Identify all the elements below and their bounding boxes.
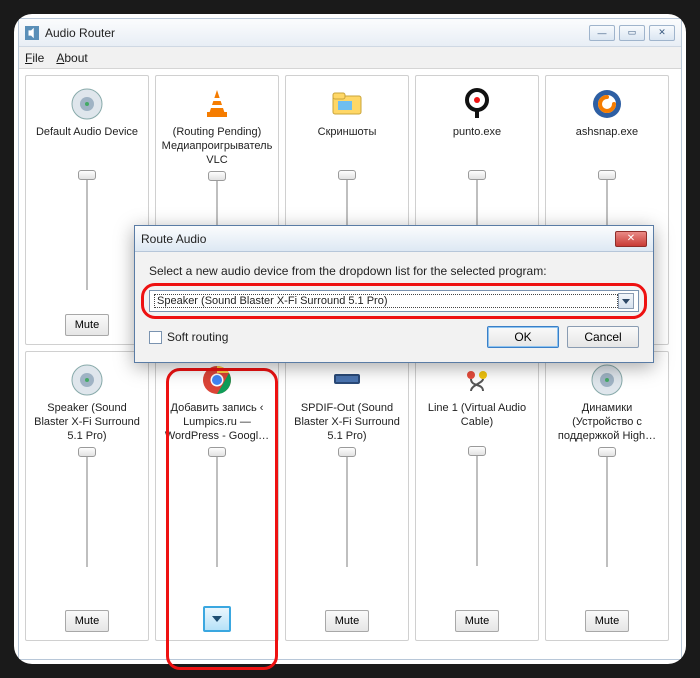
volume-slider[interactable] (468, 446, 486, 566)
mute-button[interactable]: Mute (585, 610, 629, 632)
route-audio-dialog: Route Audio ✕ Select a new audio device … (134, 225, 654, 363)
tile-label: Динамики (Устройство с поддержкой High… (550, 402, 664, 443)
content-area: Default Audio Device Mute (Routing Pending… (19, 69, 681, 659)
slider-thumb[interactable] (338, 447, 356, 457)
device-tile[interactable]: Динамики (Устройство с поддержкой High… M… (545, 351, 669, 641)
app-icon (25, 26, 39, 40)
volume-slider[interactable] (78, 447, 96, 567)
device-tile[interactable]: Line 1 (Virtual Audio Cable) Mute (415, 351, 539, 641)
tile-label: Line 1 (Virtual Audio Cable) (420, 402, 534, 442)
slider-thumb[interactable] (338, 170, 356, 180)
device-tile[interactable]: SPDIF-Out (Sound Blaster X-Fi Surround 5… (285, 351, 409, 641)
titlebar: Audio Router — ▭ ✕ (19, 19, 681, 47)
menu-about[interactable]: About (56, 51, 87, 65)
speaker-icon (69, 86, 105, 122)
tile-label: (Routing Pending) Медиапроигрыватель VLC (160, 126, 274, 167)
maximize-button[interactable]: ▭ (619, 25, 645, 41)
tile-label: ashsnap.exe (576, 126, 638, 166)
tile-label: Добавить запись ‹ Lumpics.ru — WordPress… (160, 402, 274, 443)
slider-thumb[interactable] (208, 447, 226, 457)
menubar: File About (19, 47, 681, 69)
chevron-down-icon[interactable] (618, 293, 634, 309)
device-tile[interactable]: Default Audio Device Mute (25, 75, 149, 345)
sbs-icon (329, 362, 365, 398)
speaker-icon (589, 362, 625, 398)
mute-button[interactable]: Mute (65, 610, 109, 632)
soft-routing-label: Soft routing (167, 330, 228, 344)
avast-icon (589, 86, 625, 122)
folder-icon (329, 86, 365, 122)
dialog-titlebar: Route Audio ✕ (135, 226, 653, 252)
window-title: Audio Router (45, 26, 589, 40)
cancel-button[interactable]: Cancel (567, 326, 639, 348)
dialog-close-button[interactable]: ✕ (615, 231, 647, 247)
volume-slider[interactable] (338, 447, 356, 567)
close-button[interactable]: ✕ (649, 25, 675, 41)
tile-label: Скриншоты (318, 126, 377, 166)
volume-slider[interactable] (598, 447, 616, 567)
slider-thumb[interactable] (468, 170, 486, 180)
punto-icon (459, 86, 495, 122)
device-dropdown-value: Speaker (Sound Blaster X-Fi Surround 5.1… (154, 294, 618, 308)
device-tile[interactable]: Добавить запись ‹ Lumpics.ru — WordPress… (155, 351, 279, 641)
tile-label: punto.exe (453, 126, 501, 166)
menu-file[interactable]: File (25, 51, 44, 65)
speaker-icon (69, 362, 105, 398)
mute-button[interactable]: Mute (65, 314, 109, 336)
device-tile[interactable]: Speaker (Sound Blaster X-Fi Surround 5.1… (25, 351, 149, 641)
slider-thumb[interactable] (598, 447, 616, 457)
slider-thumb[interactable] (468, 446, 486, 456)
device-dropdown[interactable]: Speaker (Sound Blaster X-Fi Surround 5.1… (149, 290, 639, 312)
slider-thumb[interactable] (598, 170, 616, 180)
mute-button[interactable]: Mute (325, 610, 369, 632)
tile-dropdown-button[interactable] (203, 606, 231, 632)
slider-thumb[interactable] (78, 170, 96, 180)
dialog-title: Route Audio (141, 232, 615, 246)
tile-label: Default Audio Device (36, 126, 138, 166)
tile-label: SPDIF-Out (Sound Blaster X-Fi Surround 5… (290, 402, 404, 443)
chrome-icon (199, 362, 235, 398)
dialog-instruction: Select a new audio device from the dropd… (149, 264, 639, 278)
ok-button[interactable]: OK (487, 326, 559, 348)
mute-button[interactable]: Mute (455, 610, 499, 632)
slider-thumb[interactable] (78, 447, 96, 457)
cable-icon (459, 362, 495, 398)
slider-thumb[interactable] (208, 171, 226, 181)
minimize-button[interactable]: — (589, 25, 615, 41)
vlc-icon (199, 86, 235, 122)
volume-slider[interactable] (78, 170, 96, 290)
volume-slider[interactable] (208, 447, 226, 567)
tile-label: Speaker (Sound Blaster X-Fi Surround 5.1… (30, 402, 144, 443)
soft-routing-checkbox[interactable] (149, 331, 162, 344)
